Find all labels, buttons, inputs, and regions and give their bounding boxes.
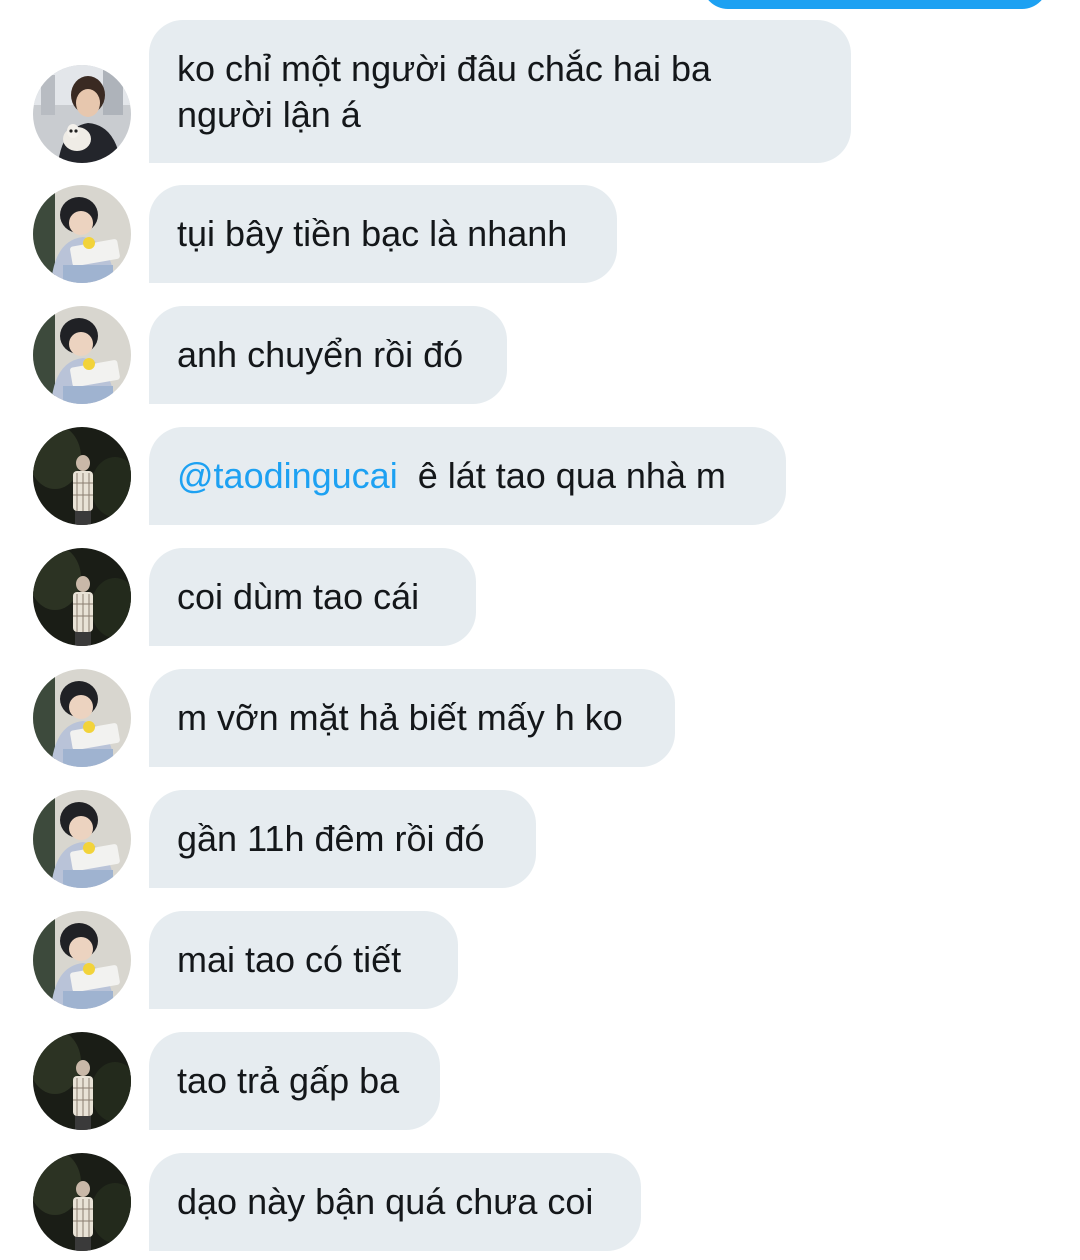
avatar-boy-reading[interactable] xyxy=(33,185,131,283)
received-message: anh chuyển rồi đó xyxy=(0,306,1080,404)
message-thread: ko chỉ một người đâu chắc hai ba người l… xyxy=(0,0,1080,1260)
received-message: dạo này bận quá chưa coi xyxy=(0,1153,1080,1251)
avatar-boy-reading[interactable] xyxy=(33,306,131,404)
received-message: tụi bây tiền bạc là nhanh xyxy=(0,185,1080,283)
received-message: m vỡn mặt hả biết mấy h ko xyxy=(0,669,1080,767)
message-bubble[interactable]: ko chỉ một người đâu chắc hai ba người l… xyxy=(149,20,851,163)
received-message: gần 11h đêm rồi đó xyxy=(0,790,1080,888)
received-message: tao trả gấp ba xyxy=(0,1032,1080,1130)
received-message: mai tao có tiết xyxy=(0,911,1080,1009)
message-bubble[interactable]: coi dùm tao cái xyxy=(149,548,476,646)
message-text: m vỡn mặt hả biết mấy h ko xyxy=(177,697,623,738)
received-message: @taodingucai ê lát tao qua nhà m xyxy=(0,427,1080,525)
mention-link[interactable]: @taodingucai xyxy=(177,453,398,499)
message-text: dạo này bận quá chưa coi xyxy=(177,1181,594,1222)
received-message: ko chỉ một người đâu chắc hai ba người l… xyxy=(0,20,1080,163)
avatar-boy-reading[interactable] xyxy=(33,790,131,888)
message-text: anh chuyển rồi đó xyxy=(177,334,464,375)
received-message: coi dùm tao cái xyxy=(0,548,1080,646)
message-text: ko chỉ một người đâu chắc hai ba người l… xyxy=(177,47,712,135)
message-text: mai tao có tiết xyxy=(177,939,402,980)
message-text: gần 11h đêm rồi đó xyxy=(177,818,485,859)
message-bubble[interactable]: dạo này bận quá chưa coi xyxy=(149,1153,641,1251)
message-text: ê lát tao qua nhà m xyxy=(417,455,726,496)
message-bubble[interactable]: mai tao có tiết xyxy=(149,911,458,1009)
avatar-standing-night[interactable] xyxy=(33,1153,131,1251)
avatar-standing-night[interactable] xyxy=(33,548,131,646)
message-text: tao trả gấp ba xyxy=(177,1060,400,1101)
message-text: tụi bây tiền bạc là nhanh xyxy=(177,213,568,254)
message-bubble[interactable]: tụi bây tiền bạc là nhanh xyxy=(149,185,617,283)
message-text: coi dùm tao cái xyxy=(177,576,420,617)
message-bubble[interactable]: m vỡn mặt hả biết mấy h ko xyxy=(149,669,675,767)
avatar-standing-night[interactable] xyxy=(33,1032,131,1130)
avatar-standing-night[interactable] xyxy=(33,427,131,525)
message-bubble[interactable]: tao trả gấp ba xyxy=(149,1032,440,1130)
avatar-boy-reading[interactable] xyxy=(33,911,131,1009)
avatar-boy-reading[interactable] xyxy=(33,669,131,767)
message-bubble[interactable]: @taodingucai ê lát tao qua nhà m xyxy=(149,427,786,525)
message-bubble[interactable]: gần 11h đêm rồi đó xyxy=(149,790,536,888)
avatar-boy-with-dog[interactable] xyxy=(33,65,131,163)
message-bubble[interactable]: anh chuyển rồi đó xyxy=(149,306,507,404)
